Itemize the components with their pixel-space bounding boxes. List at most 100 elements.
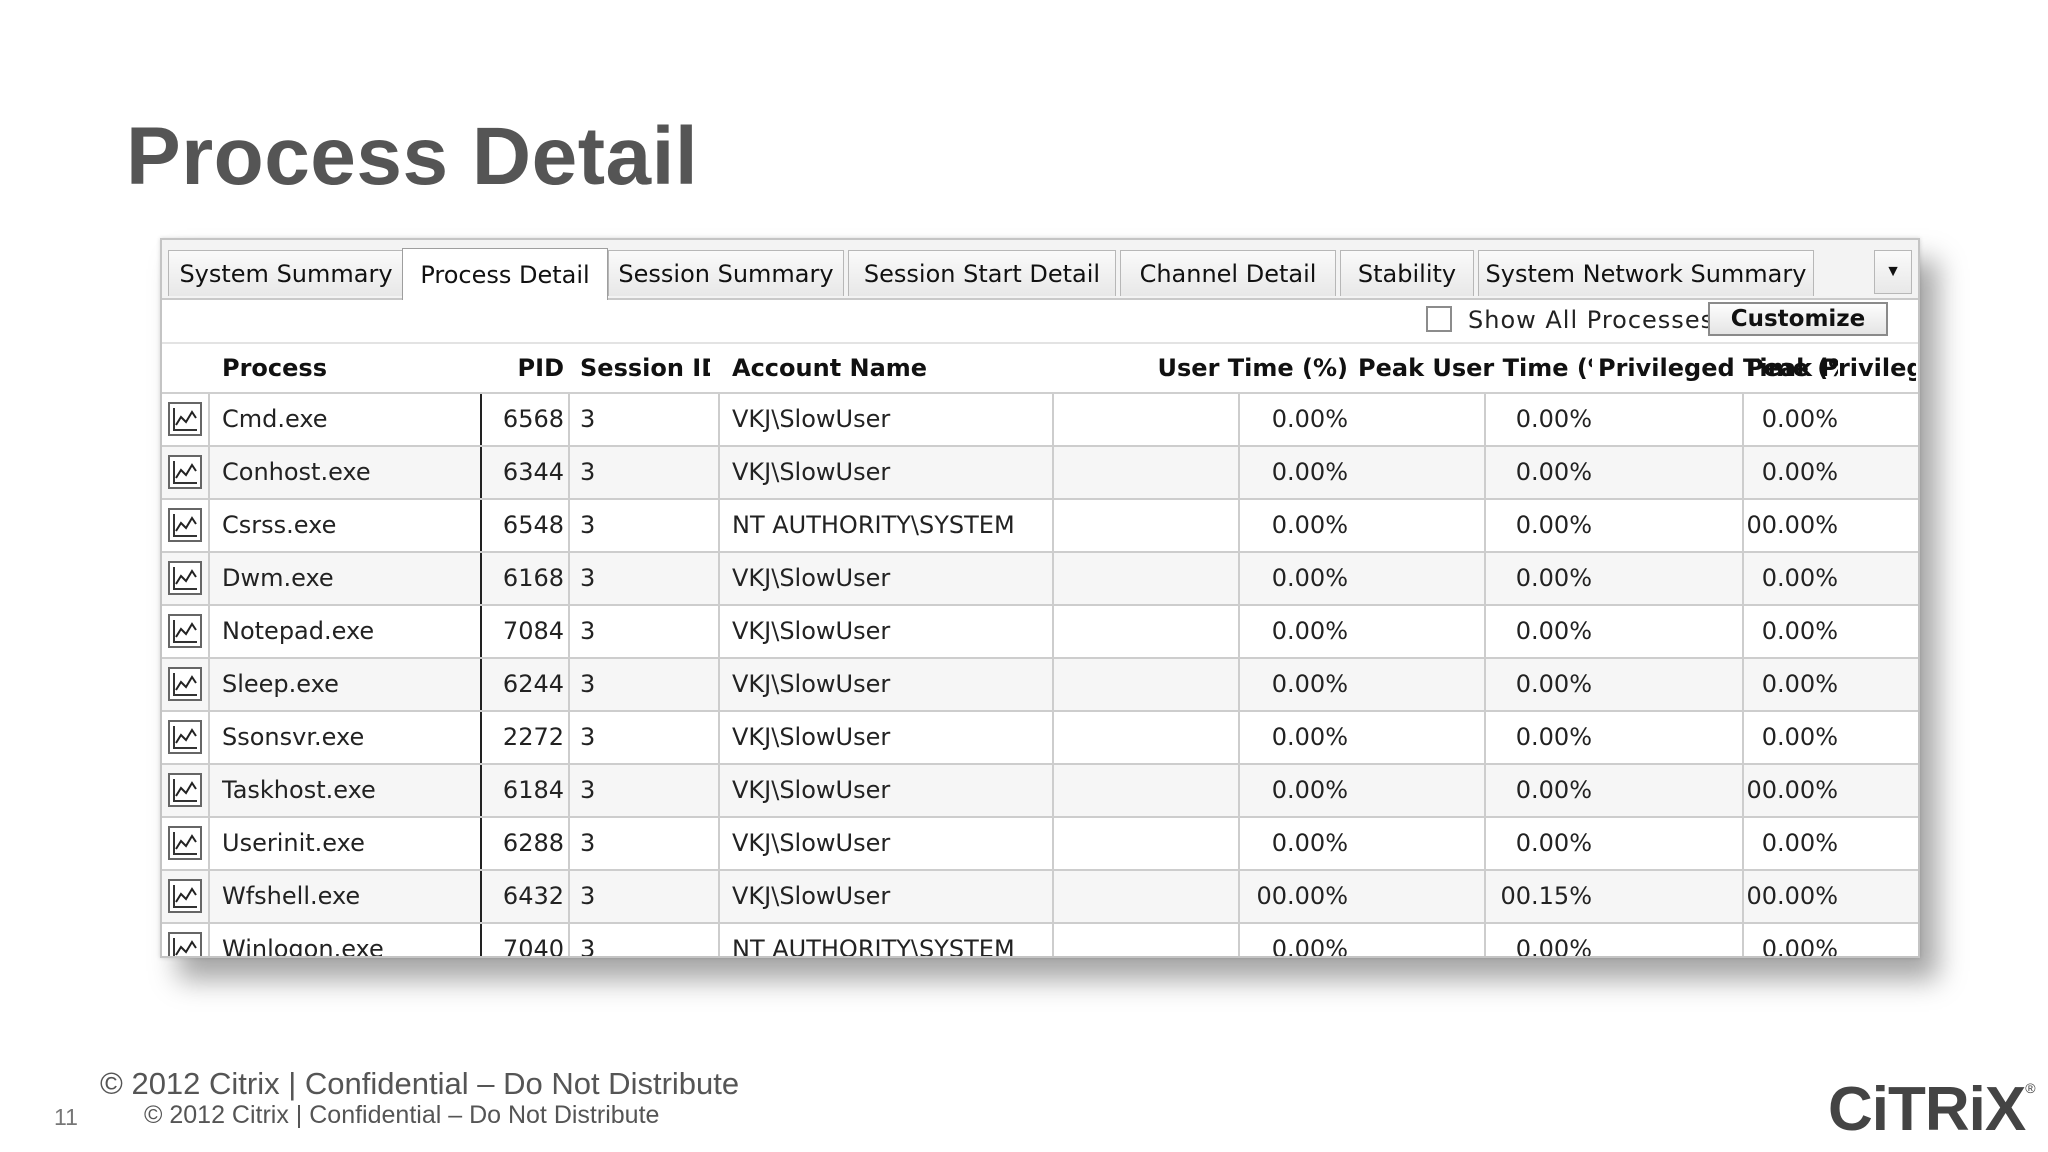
table-row[interactable]: Wfshell.exe 6432 3 VKJ\SlowUser 00.00% 00.15%…: [162, 871, 1918, 924]
column-header-user-time[interactable]: User Time (%): [1012, 344, 1348, 392]
customize-button[interactable]: Customize: [1708, 302, 1888, 336]
cell-process: Ssonsvr.exe: [222, 723, 365, 751]
cell-process: Wfshell.exe: [222, 882, 361, 910]
column-divider: [718, 500, 720, 551]
column-header-pid[interactable]: PID: [462, 344, 564, 392]
footer-confidential-small: © 2012 Citrix | Confidential – Do Not Di…: [144, 1101, 660, 1129]
table-row[interactable]: Csrss.exe 6548 3 NT AUTHORITY\SYSTEM 0.00% 0.…: [162, 500, 1918, 553]
chart-icon[interactable]: [168, 879, 202, 913]
cell-account-name: VKJ\SlowUser: [732, 882, 891, 910]
column-divider: [718, 924, 720, 956]
chart-icon[interactable]: [168, 561, 202, 595]
column-divider: [568, 818, 570, 869]
cell-pid: 7040: [502, 935, 564, 958]
cell-pid: 6568: [502, 405, 564, 433]
cell-user-time: 0.00%: [1271, 564, 1348, 592]
tab-session-summary[interactable]: Session Summary: [608, 250, 844, 296]
table-row[interactable]: Sleep.exe 6244 3 VKJ\SlowUser 0.00% 0.00% 0.00…: [162, 659, 1918, 712]
column-divider: [568, 712, 570, 763]
tab-session-start-detail[interactable]: Session Start Detail: [848, 250, 1116, 296]
tab-bar: System Summary Process Detail Session Su…: [162, 240, 1918, 300]
cell-peak-user-time: 0.00%: [1515, 776, 1592, 804]
column-divider: [208, 871, 210, 922]
process-table: Process PID Session ID Account Name User…: [162, 342, 1918, 958]
column-divider: [208, 765, 210, 816]
tab-overflow-button[interactable]: ▼: [1874, 250, 1912, 294]
chart-icon[interactable]: [168, 932, 202, 956]
table-row[interactable]: Notepad.exe 7084 3 VKJ\SlowUser 0.00% 0.00% 0.…: [162, 606, 1918, 659]
show-all-processes-label: Show All Processes: [1468, 306, 1715, 334]
cell-peak-user-time: 0.00%: [1515, 458, 1592, 486]
slide-number: 11: [54, 1104, 78, 1130]
tab-channel-detail[interactable]: Channel Detail: [1120, 250, 1336, 296]
cell-account-name: VKJ\SlowUser: [732, 405, 891, 433]
dropdown-arrow-icon: ▼: [1885, 263, 1901, 280]
column-divider: [568, 606, 570, 657]
cell-pid: 2272: [502, 723, 564, 751]
column-divider: [568, 765, 570, 816]
table-row[interactable]: Dwm.exe 6168 3 VKJ\SlowUser 0.00% 0.00% 0.00%: [162, 553, 1918, 606]
column-divider: [208, 818, 210, 869]
cell-session-id: 3: [580, 670, 596, 698]
cell-account-name: VKJ\SlowUser: [732, 617, 891, 645]
column-header-account-name[interactable]: Account Name: [732, 344, 1032, 392]
tab-system-network-summary[interactable]: System Network Summary: [1478, 250, 1814, 296]
column-divider: [568, 659, 570, 710]
cell-peak-privilege: [1746, 500, 1916, 551]
chart-icon[interactable]: [168, 402, 202, 436]
table-row[interactable]: Winlogon.exe 7040 3 NT AUTHORITY\SYSTEM 0.00…: [162, 924, 1918, 958]
column-divider: [718, 659, 720, 710]
cell-pid: 6244: [502, 670, 564, 698]
column-divider: [568, 924, 570, 956]
cell-account-name: VKJ\SlowUser: [732, 723, 891, 751]
cell-peak-privilege: [1746, 659, 1916, 710]
table-row[interactable]: Cmd.exe 6568 3 VKJ\SlowUser 0.00% 0.00% 0.00%: [162, 394, 1918, 447]
column-divider: [208, 394, 210, 445]
cell-process: Csrss.exe: [222, 511, 337, 539]
table-row[interactable]: Ssonsvr.exe 2272 3 VKJ\SlowUser 0.00% 0.00% 0.…: [162, 712, 1918, 765]
cell-peak-privilege: [1746, 871, 1916, 922]
table-row[interactable]: Conhost.exe 6344 3 VKJ\SlowUser 0.00% 0.00% 0.…: [162, 447, 1918, 500]
cell-pid: 6184: [502, 776, 564, 804]
show-all-processes-checkbox[interactable]: [1426, 306, 1452, 332]
cell-account-name: VKJ\SlowUser: [732, 670, 891, 698]
column-header-session-id[interactable]: Session ID: [580, 344, 710, 392]
chart-icon[interactable]: [168, 720, 202, 754]
cell-user-time: 0.00%: [1271, 511, 1348, 539]
column-divider: [208, 500, 210, 551]
cell-user-time: 0.00%: [1271, 405, 1348, 433]
table-body: Cmd.exe 6568 3 VKJ\SlowUser 0.00% 0.00% 0.00% C…: [162, 394, 1918, 958]
chart-icon[interactable]: [168, 508, 202, 542]
cell-user-time: 0.00%: [1271, 776, 1348, 804]
chart-icon[interactable]: [168, 826, 202, 860]
cell-peak-user-time: 0.00%: [1515, 617, 1592, 645]
cell-user-time: 0.00%: [1271, 723, 1348, 751]
column-header-peak-privilege[interactable]: Peak Privilege: [1746, 344, 1916, 392]
column-divider: [718, 765, 720, 816]
chart-icon[interactable]: [168, 667, 202, 701]
chart-icon[interactable]: [168, 773, 202, 807]
table-row[interactable]: Taskhost.exe 6184 3 VKJ\SlowUser 0.00% 0.00% 0…: [162, 765, 1918, 818]
slide-title: Process Detail: [126, 111, 699, 202]
table-row[interactable]: Userinit.exe 6288 3 VKJ\SlowUser 0.00% 0.00% 0…: [162, 818, 1918, 871]
tab-stability[interactable]: Stability: [1340, 250, 1474, 296]
column-divider: [568, 553, 570, 604]
column-divider: [568, 871, 570, 922]
cell-pid: 6288: [502, 829, 564, 857]
chart-icon[interactable]: [168, 455, 202, 489]
tab-system-summary[interactable]: System Summary: [168, 250, 404, 296]
column-divider: [568, 447, 570, 498]
tab-process-detail[interactable]: Process Detail: [402, 248, 608, 300]
cell-pid: 7084: [502, 617, 564, 645]
cell-session-id: 3: [580, 776, 596, 804]
cell-process: Dwm.exe: [222, 564, 334, 592]
cell-session-id: 3: [580, 564, 596, 592]
chart-icon[interactable]: [168, 614, 202, 648]
column-header-process[interactable]: Process: [222, 344, 422, 392]
cell-user-time: 0.00%: [1271, 670, 1348, 698]
column-divider: [208, 924, 210, 956]
column-header-peak-user-time[interactable]: Peak User Time (%): [1358, 344, 1592, 392]
cell-peak-privilege: [1746, 394, 1916, 445]
cell-user-time: 0.00%: [1271, 458, 1348, 486]
table-header: Process PID Session ID Account Name User…: [162, 342, 1918, 394]
